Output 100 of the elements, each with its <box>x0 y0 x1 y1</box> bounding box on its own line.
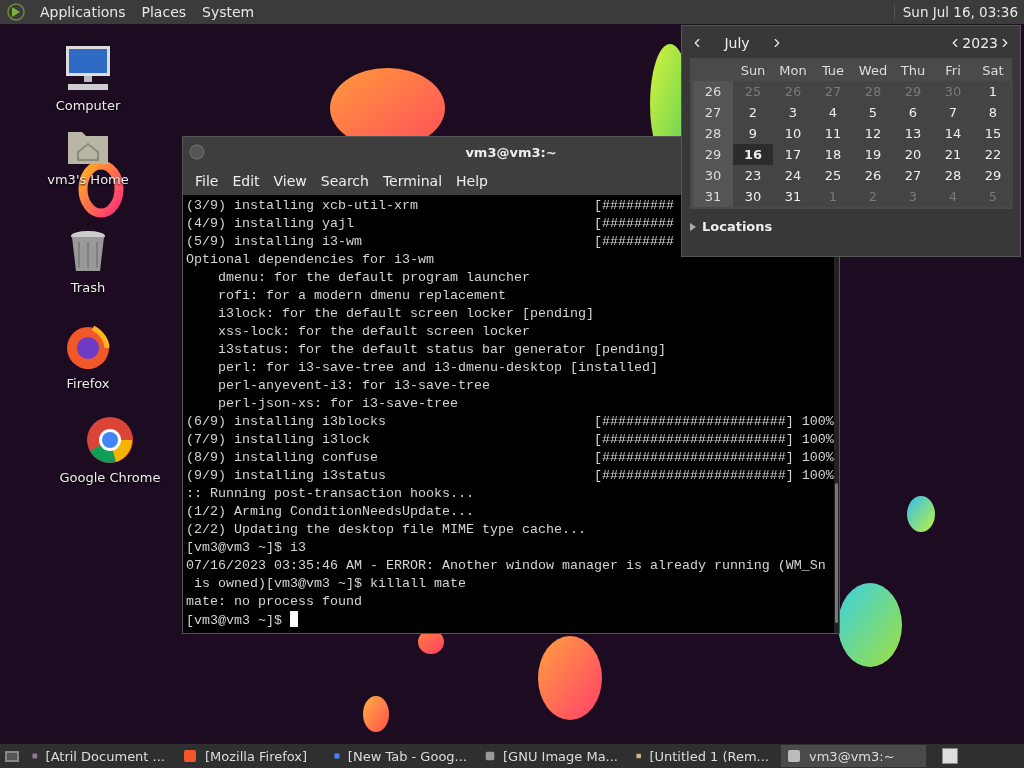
desktop-icon-label[interactable]: Firefox <box>66 376 110 391</box>
calendar-day[interactable]: 9 <box>733 123 773 144</box>
calendar-day[interactable]: 15 <box>973 123 1013 144</box>
calendar-day[interactable]: 26 <box>853 165 893 186</box>
terminal-line: dmenu: for the default program launcher <box>217 269 530 287</box>
terminal-menu[interactable]: Edit <box>226 173 266 189</box>
scrollbar-thumb[interactable] <box>834 483 838 623</box>
terminal-line: perl-anyevent-i3: for i3-save-tree <box>217 377 490 395</box>
terminal-menu[interactable]: View <box>267 173 313 189</box>
calendar-day[interactable]: 17 <box>773 144 813 165</box>
terminal-line: (5/9) installing i3-wm [######### <box>186 233 674 251</box>
calendar-day[interactable]: 2 <box>733 102 773 123</box>
window-title: vm3@vm3:~ <box>465 144 557 160</box>
calendar-day[interactable]: 1 <box>973 81 1013 102</box>
desktop-icon-label[interactable]: Google Chrome <box>59 470 161 485</box>
calendar-day[interactable]: 22 <box>973 144 1013 165</box>
terminal-line: (1/2) Arming ConditionNeedsUpdate... <box>186 503 474 521</box>
weekday-label: Thu <box>899 62 927 80</box>
week-number: 31 <box>693 186 733 207</box>
week-number: 27 <box>693 102 733 123</box>
calendar-day[interactable]: 12 <box>853 123 893 144</box>
terminal-menu[interactable]: File <box>189 173 225 189</box>
calendar-day[interactable]: 25 <box>813 165 853 186</box>
terminal-line: rofi: for a modern dmenu replacement <box>217 287 506 305</box>
logo-icon[interactable] <box>6 2 26 22</box>
calendar-day[interactable]: 13 <box>893 123 933 144</box>
calendar-day[interactable]: 29 <box>973 165 1013 186</box>
calendar-day[interactable]: 19 <box>853 144 893 165</box>
terminal-line: is owned)[vm3@vm3 ~]$ killall mate <box>193 575 466 593</box>
trash-icon <box>69 230 107 274</box>
week-number: 30 <box>693 165 733 186</box>
terminal-line: :: Running post-transaction hooks... <box>186 485 474 503</box>
taskbar-item[interactable]: vm3@vm3:~ <box>781 745 926 767</box>
calendar-day[interactable]: 4 <box>813 102 853 123</box>
panel-menu[interactable]: System <box>200 4 257 20</box>
weekday-label: Sat <box>981 62 1005 80</box>
calendar-day[interactable]: 8 <box>973 102 1013 123</box>
desktop-icon-label[interactable]: Computer <box>55 98 121 113</box>
calendar-day[interactable]: 31 <box>773 186 813 207</box>
terminal-menu[interactable]: Search <box>314 173 375 189</box>
calendar-day[interactable]: 20 <box>893 144 933 165</box>
terminal-menu[interactable]: Help <box>450 173 494 189</box>
app-icon <box>485 749 496 763</box>
taskbar-item[interactable]: [Atril Document ... <box>26 745 171 767</box>
app-icon <box>787 749 801 763</box>
terminal-line: (9/9) installing i3status [#######################] 100% <box>186 467 834 485</box>
weekday-label: Wed <box>857 62 889 80</box>
calendar-day[interactable]: 21 <box>933 144 973 165</box>
calendar-day[interactable]: 6 <box>893 102 933 123</box>
bubble-art <box>907 496 935 532</box>
calendar-day[interactable]: 14 <box>933 123 973 144</box>
expander-icon <box>690 222 696 231</box>
computer-icon <box>64 44 112 92</box>
calendar-day[interactable]: 18 <box>813 144 853 165</box>
workspace-switcher[interactable] <box>942 748 958 764</box>
taskbar-item[interactable]: [Untitled 1 (Rem... <box>630 745 775 767</box>
terminal-menu[interactable]: Terminal <box>376 173 449 189</box>
terminal-line: perl-json-xs: for i3-save-tree <box>217 395 458 413</box>
weekday-label: Tue <box>820 62 846 80</box>
panel-menu[interactable]: Applications <box>38 4 128 20</box>
prompt: [vm3@vm3 ~]$ <box>186 613 283 628</box>
calendar-day[interactable]: 3 <box>773 102 813 123</box>
terminal-line: mate: no process found <box>186 593 362 611</box>
month-label: July <box>722 35 751 51</box>
terminal-line: perl: for i3-save-tree and i3-dmenu-desktop [installed] <box>217 359 658 377</box>
calendar-day[interactable]: 23 <box>733 165 773 186</box>
calendar-day[interactable]: 27 <box>893 165 933 186</box>
taskbar-item[interactable]: [New Tab - Goog... <box>328 745 473 767</box>
calendar-day[interactable]: 16 <box>733 144 773 165</box>
taskbar-item[interactable]: [Mozilla Firefox] <box>177 745 322 767</box>
weekday-label: Mon <box>778 62 808 80</box>
locations-expander[interactable]: Locations <box>690 219 1012 234</box>
terminal-line: (6/9) installing i3blocks [#######################] 100% <box>186 413 834 431</box>
weekday-label: Fri <box>944 62 962 80</box>
calendar-day[interactable]: 28 <box>933 165 973 186</box>
terminal-line: 07/16/2023 03:35:46 AM - ERROR: Another window manager is already running (WM_Sn <box>186 557 826 575</box>
show-desktop-icon[interactable] <box>4 749 20 763</box>
terminal-line: i3status: for the default status bar generator [pending] <box>217 341 666 359</box>
week-number: 28 <box>693 123 733 144</box>
calendar-day[interactable]: 10 <box>773 123 813 144</box>
terminal-line: (3/9) installing xcb-util-xrm [######### <box>186 197 674 215</box>
taskbar-item[interactable]: [GNU Image Ma... <box>479 745 624 767</box>
terminal-line: (8/9) installing confuse [#######################] 100% <box>186 449 834 467</box>
calendar-day[interactable]: 30 <box>733 186 773 207</box>
terminal-line: (4/9) installing yajl [######### <box>186 215 674 233</box>
calendar-day[interactable]: 5 <box>853 102 893 123</box>
year-label: 2023 <box>962 35 998 51</box>
terminal-line: [vm3@vm3 ~]$ i3 <box>186 539 306 557</box>
panel-menu[interactable]: Places <box>139 4 189 20</box>
weekday-label: Sun <box>739 62 767 80</box>
week-number: 26 <box>693 81 733 102</box>
app-icon <box>183 749 197 763</box>
clock[interactable]: Sun Jul 16, 03:36 <box>893 4 1018 20</box>
calendar-day[interactable]: 24 <box>773 165 813 186</box>
calendar-day[interactable]: 11 <box>813 123 853 144</box>
week-number: 29 <box>693 144 733 165</box>
terminal-line: i3lock: for the default screen locker [pending] <box>217 305 594 323</box>
terminal-line: (2/2) Updating the desktop file MIME type cache... <box>186 521 586 539</box>
calendar-day[interactable]: 7 <box>933 102 973 123</box>
desktop-icon-label[interactable]: Trash <box>70 280 106 295</box>
